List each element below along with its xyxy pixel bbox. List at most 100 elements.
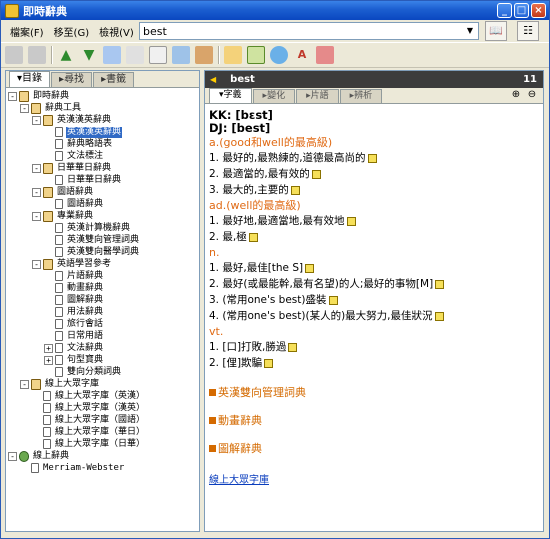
tree-item[interactable]: - 線上大眾字庫	[20, 378, 100, 390]
copy-icon[interactable]	[172, 46, 190, 64]
tab-bookmarks[interactable]: ▸書籤	[93, 72, 135, 87]
close-button[interactable]: ×	[531, 3, 546, 18]
import-icon[interactable]	[126, 46, 144, 64]
save-icon[interactable]	[28, 46, 46, 64]
collapse-icon[interactable]: -	[32, 259, 41, 269]
tree-item-label: 即時辭典	[33, 90, 70, 101]
example-icon[interactable]	[305, 263, 315, 273]
menu-file[interactable]: 檔案(F)	[5, 24, 49, 39]
tab-search[interactable]: ▸尋找	[51, 72, 93, 87]
tree-item-label: 線上辭典	[33, 450, 70, 461]
collapse-icon[interactable]: -	[32, 163, 41, 173]
tree-item[interactable]: + 文法辭典	[44, 342, 104, 354]
maximize-button[interactable]: □	[514, 3, 529, 18]
collapse-icon[interactable]: -	[8, 451, 17, 461]
book-icon	[31, 378, 41, 390]
tab-meaning[interactable]: ▾字義	[209, 88, 252, 103]
tree-item[interactable]: 圖解辭典	[55, 294, 104, 306]
split-view-button[interactable]: ☷	[517, 21, 539, 41]
tree-item[interactable]: 英漢雙向醫學詞典	[55, 246, 140, 258]
search-input[interactable]	[140, 23, 460, 39]
tree-item[interactable]: 辭典略語表	[55, 138, 113, 150]
collapse-icon[interactable]: -	[32, 211, 41, 221]
tree-item[interactable]: 英漢雙向管理詞典	[55, 234, 140, 246]
tree-item[interactable]: - 英漢漢英辭典	[32, 114, 112, 126]
history-icon[interactable]	[149, 46, 167, 64]
collapse-icon[interactable]: -	[8, 91, 17, 101]
tree-item[interactable]: 圖語辭典	[55, 198, 104, 210]
globe-icon[interactable]	[270, 46, 288, 64]
tree-item[interactable]: 線上大眾字庫（英漢）	[43, 390, 146, 402]
tree-item[interactable]: 線上大眾字庫（日華）	[43, 438, 146, 450]
example-icon[interactable]	[248, 232, 258, 242]
reference-dictionary[interactable]: 英漢雙向管理詞典	[209, 385, 539, 399]
font-icon[interactable]: A	[293, 46, 311, 64]
collapse-icon[interactable]: -	[32, 115, 41, 125]
example-icon[interactable]	[290, 185, 300, 195]
tab-phrases[interactable]: ▸片語	[296, 89, 339, 103]
tree-item[interactable]: 用法辭典	[55, 306, 104, 318]
tree-item[interactable]: Merriam-Webster	[31, 462, 125, 474]
speaker-icon[interactable]	[316, 46, 334, 64]
arrow-up-icon[interactable]: ▲	[57, 46, 75, 64]
tab-inflection[interactable]: ▸變化	[252, 89, 296, 103]
tree-item[interactable]: 雙向分類詞典	[55, 366, 122, 378]
tree-item[interactable]: - 日華華日辭典	[32, 162, 112, 174]
tree-item[interactable]: - 辭典工具	[20, 102, 82, 114]
example-icon[interactable]	[435, 279, 445, 289]
disk-icon[interactable]	[5, 46, 23, 64]
minimize-button[interactable]: _	[497, 3, 512, 18]
tree-item[interactable]: 英漢漢英辭典	[55, 126, 123, 138]
example-icon[interactable]	[328, 295, 338, 305]
example-icon[interactable]	[346, 216, 356, 226]
expand-icon[interactable]: +	[44, 343, 53, 353]
tab-contents[interactable]: ▾目錄	[9, 71, 51, 87]
online-dictionary-link[interactable]: 線上大眾字庫	[209, 471, 539, 486]
tree-item[interactable]: 片語辭典	[55, 270, 104, 282]
panel-icon[interactable]	[247, 46, 265, 64]
search-combobox[interactable]: ▼	[139, 22, 479, 40]
tree-item[interactable]: 線上大眾字庫（國語）	[43, 414, 146, 426]
tree-item[interactable]: - 圖語辭典	[32, 186, 94, 198]
tree-item[interactable]: 動畫辭典	[55, 282, 104, 294]
zoom-out-icon[interactable]: ⊖	[525, 88, 539, 102]
example-icon[interactable]	[367, 153, 377, 163]
tree-item[interactable]: - 專業辭典	[32, 210, 94, 222]
lookup-button[interactable]: 📖	[485, 21, 507, 41]
tree-item[interactable]: 線上大眾字庫（漢英）	[43, 402, 146, 414]
menu-goto[interactable]: 移至(G)	[49, 24, 95, 39]
edit-icon[interactable]	[224, 46, 242, 64]
expand-icon[interactable]: +	[44, 355, 53, 365]
tree-item[interactable]: 旅行會話	[55, 318, 104, 330]
example-icon[interactable]	[434, 311, 444, 321]
example-icon[interactable]	[311, 169, 321, 179]
menu-view[interactable]: 檢視(V)	[94, 24, 139, 39]
export-icon[interactable]	[103, 46, 121, 64]
book-icon	[43, 258, 53, 270]
example-icon[interactable]	[288, 342, 298, 352]
example-icon[interactable]	[264, 358, 274, 368]
arrow-down-icon[interactable]: ▼	[80, 46, 98, 64]
collapse-icon[interactable]: -	[32, 187, 41, 197]
tab-phrases-label: 片語	[310, 91, 329, 101]
zoom-in-icon[interactable]: ⊕	[509, 88, 523, 102]
chevron-down-icon[interactable]: ▼	[463, 24, 477, 38]
reference-dictionary[interactable]: 圖解辭典	[209, 441, 539, 455]
tree-item[interactable]: - 即時辭典	[8, 90, 70, 102]
collapse-icon[interactable]: -	[20, 103, 29, 113]
tree-item[interactable]: 日常用語	[55, 330, 104, 342]
tree-item-label: 用法辭典	[67, 306, 104, 317]
tree-item[interactable]: + 句型寶典	[44, 354, 104, 366]
tree-item-label: 英漢漢英辭典	[57, 114, 112, 125]
collapse-icon[interactable]: -	[20, 379, 29, 389]
book-stack-icon[interactable]	[195, 46, 213, 64]
tree-item[interactable]: 日華華日辭典	[55, 174, 122, 186]
tree-item[interactable]: - 線上辭典	[8, 450, 70, 462]
triangle-left-icon[interactable]: ◀	[210, 75, 216, 84]
tree-item[interactable]: 文法標注	[55, 150, 104, 162]
reference-dictionary[interactable]: 動畫辭典	[209, 413, 539, 427]
tree-item[interactable]: 線上大眾字庫（華日）	[43, 426, 146, 438]
tab-analysis[interactable]: ▸辨析	[339, 89, 383, 103]
tree-item[interactable]: 英漢計算機辭典	[55, 222, 131, 234]
tree-item[interactable]: - 英語學習參考	[32, 258, 112, 270]
